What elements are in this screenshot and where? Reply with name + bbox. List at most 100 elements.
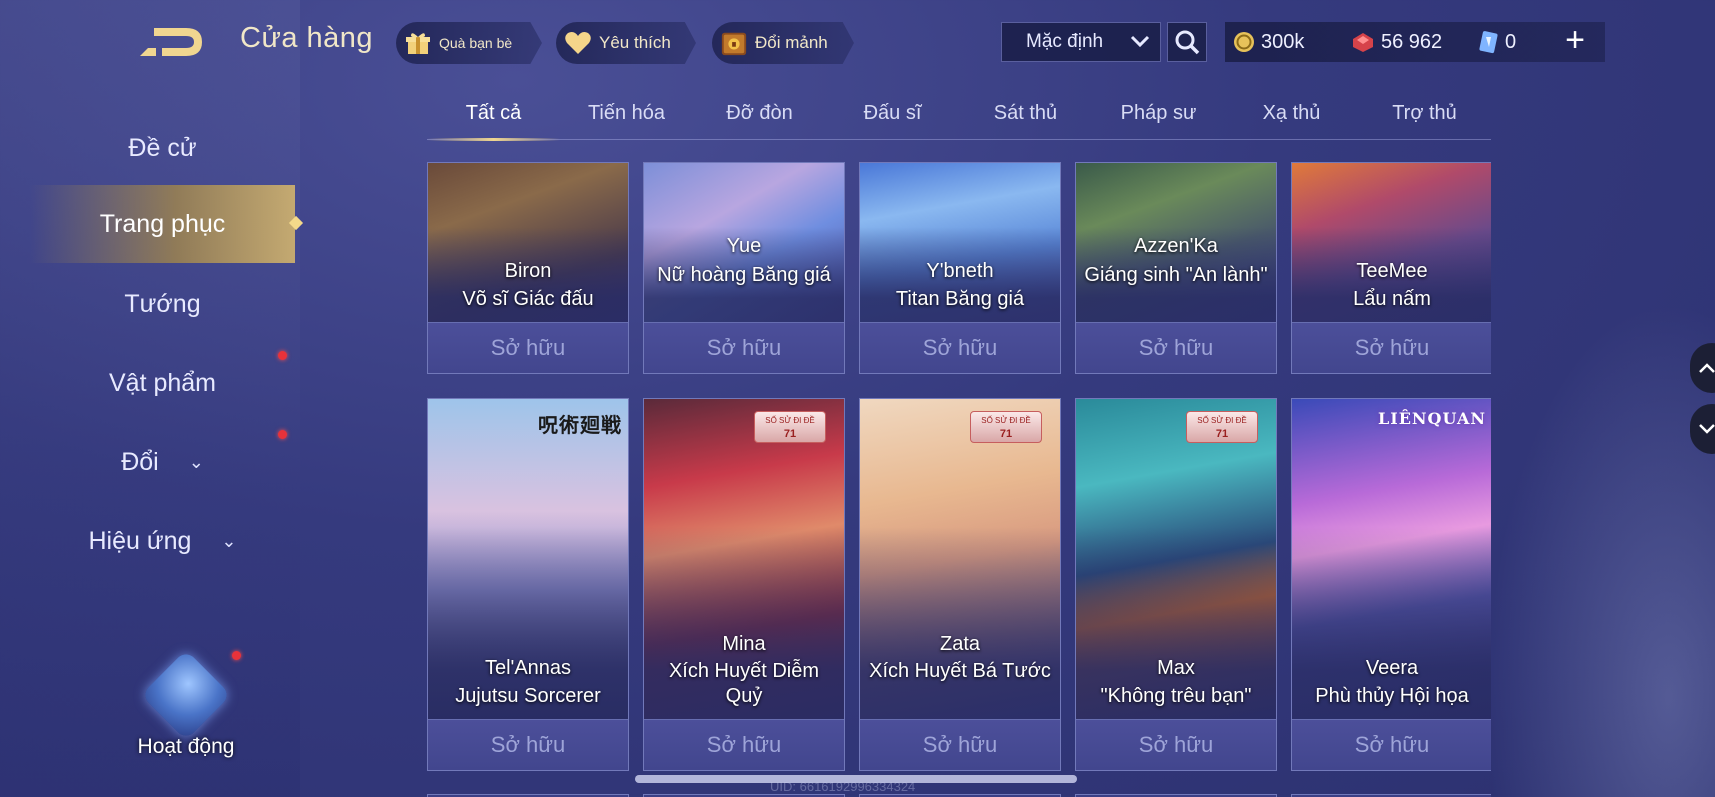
skin-card-yue[interactable]: Yue Nữ hoàng Băng giá Sở hữu bbox=[643, 162, 845, 374]
sidebar-item-label: Trang phục bbox=[99, 209, 226, 238]
lienquan-logo: LIÊNQUAN bbox=[1378, 409, 1486, 428]
jujutsu-kaisen-logo: 呪術廻戦 bbox=[538, 413, 622, 437]
chevron-up-icon bbox=[1699, 363, 1715, 373]
plus-icon: + bbox=[1565, 20, 1585, 59]
owned-status: Sở hữu bbox=[1076, 719, 1276, 770]
skin-artwork: Azzen'Ka Giáng sinh "An lành" bbox=[1076, 163, 1276, 322]
skin-artwork: SỐ SỬ ĐI ĐỀ 71 Max "Không trêu bạn" bbox=[1076, 399, 1276, 719]
search-icon bbox=[1175, 30, 1200, 55]
friends-gift-label: Quà bạn bè bbox=[439, 35, 513, 51]
sidebar-item-effects[interactable]: Hiệu ứng ⌄ bbox=[30, 502, 295, 580]
sidebar-item-heroes[interactable]: Tướng bbox=[30, 265, 295, 343]
skin-artwork: LIÊNQUAN Veera Phù thủy Hội họa bbox=[1292, 399, 1491, 719]
voucher-amount: 56 962 bbox=[1381, 30, 1443, 53]
notification-dot bbox=[232, 651, 241, 660]
skin-card-teemee[interactable]: TeeMee Lẩu nấm Sở hữu bbox=[1291, 162, 1491, 374]
skin-card-veera[interactable]: LIÊNQUAN Veera Phù thủy Hội họa Sở hữu bbox=[1291, 398, 1491, 771]
chevron-down-icon bbox=[1130, 31, 1150, 53]
skin-grid: Biron Võ sĩ Giác đấu Sở hữu Yue Nữ hoàng… bbox=[427, 162, 1491, 797]
skin-artwork: SỐ SỬ ĐI ĐỀ 71 Mina Xích Huyết Diễm Quỷ bbox=[644, 399, 844, 719]
gold-balance: 300k bbox=[1233, 31, 1343, 54]
category-tabs: Tất cả Tiến hóa Đỡ đòn Đấu sĩ Sát thủ Ph… bbox=[427, 96, 1491, 141]
hero-name: Zata bbox=[939, 633, 981, 655]
page-title: Cửa hàng bbox=[240, 22, 374, 54]
gift-icon bbox=[404, 29, 432, 57]
back-button[interactable] bbox=[136, 22, 208, 60]
skin-card-zata[interactable]: SỐ SỬ ĐI ĐỀ 71 Zata Xích Huyết Bá Tước Sở… bbox=[859, 398, 1061, 771]
tab-mage[interactable]: Pháp sư bbox=[1092, 96, 1225, 139]
sidebar-item-label: Vật phẩm bbox=[108, 368, 216, 397]
activity-label: Hoạt động bbox=[137, 735, 235, 758]
notification-dot bbox=[278, 430, 287, 439]
sidebar-item-label: Hiệu ứng bbox=[88, 526, 192, 555]
sidebar-item-label: Đổi bbox=[121, 447, 159, 476]
chevron-down-icon: ⌄ bbox=[188, 451, 204, 472]
sidebar-item-label: Đề cử bbox=[128, 133, 197, 162]
owned-status: Sở hữu bbox=[1292, 322, 1491, 373]
sidebar-item-recommended[interactable]: Đề cử bbox=[30, 109, 295, 187]
owned-status: Sở hữu bbox=[1292, 719, 1491, 770]
sidebar-item-skins[interactable]: Trang phục bbox=[30, 185, 295, 263]
skin-name: "Không trêu bạn" bbox=[1100, 685, 1252, 707]
exchange-shards-button[interactable]: Đổi mảnh bbox=[712, 22, 854, 64]
hero-name: Yue bbox=[726, 235, 762, 257]
skin-artwork: TeeMee Lẩu nấm bbox=[1292, 163, 1491, 322]
sidebar-item-items[interactable]: Vật phẩm bbox=[30, 344, 295, 422]
voucher-balance: 56 962 bbox=[1351, 31, 1469, 54]
top-up-plus-button[interactable]: + bbox=[1560, 20, 1590, 60]
owned-status: Sở hữu bbox=[428, 322, 628, 373]
sort-dropdown[interactable]: Mặc định bbox=[1001, 22, 1161, 62]
activity-button[interactable]: Hoạt động bbox=[120, 649, 252, 765]
hero-name: Biron bbox=[504, 260, 552, 282]
tab-tank[interactable]: Đỡ đòn bbox=[693, 96, 826, 139]
tab-marksman[interactable]: Xạ thủ bbox=[1225, 96, 1358, 139]
skin-name: Lẩu nấm bbox=[1353, 288, 1431, 310]
tab-fighter[interactable]: Đấu sĩ bbox=[826, 96, 959, 139]
treasure-chest-icon bbox=[720, 29, 748, 57]
owned-status: Sở hữu bbox=[644, 322, 844, 373]
tab-evolution[interactable]: Tiến hóa bbox=[560, 96, 693, 139]
right-background-glow bbox=[1485, 300, 1715, 797]
skin-card-biron[interactable]: Biron Võ sĩ Giác đấu Sở hữu bbox=[427, 162, 629, 374]
skin-card-max[interactable]: SỐ SỬ ĐI ĐỀ 71 Max "Không trêu bạn" Sở hữ… bbox=[1075, 398, 1277, 771]
skin-card-telannas[interactable]: 呪術廻戦 Tel'Annas Jujutsu Sorcerer Sở hữu bbox=[427, 398, 629, 771]
sidebar-item-exchange[interactable]: Đổi ⌄ bbox=[30, 423, 295, 501]
diamond-balance: 0 bbox=[1477, 30, 1567, 54]
activity-cube-icon bbox=[140, 649, 232, 741]
skin-name: Phù thủy Hội họa bbox=[1315, 685, 1469, 707]
favorites-label: Yêu thích bbox=[599, 33, 671, 52]
skin-artwork: Y'bneth Titan Băng giá bbox=[860, 163, 1060, 322]
skin-card-azzenka[interactable]: Azzen'Ka Giáng sinh "An lành" Sở hữu bbox=[1075, 162, 1277, 374]
tab-assassin[interactable]: Sát thủ bbox=[959, 96, 1092, 139]
limited-edition-badge: SỐ SỬ ĐI ĐỀ 71 bbox=[1186, 411, 1258, 443]
tab-support[interactable]: Trợ thủ bbox=[1358, 96, 1491, 139]
chevron-down-icon: ⌄ bbox=[221, 530, 237, 551]
favorites-button[interactable]: Yêu thích bbox=[556, 22, 696, 64]
owned-status: Sở hữu bbox=[860, 719, 1060, 770]
skin-name: Xích Huyết Diễm Quỷ bbox=[668, 660, 820, 707]
hero-name: Max bbox=[1157, 657, 1195, 679]
skin-name: Giáng sinh "An lành" bbox=[1084, 264, 1268, 286]
sidebar-item-label: Tướng bbox=[124, 289, 201, 318]
skin-name: Nữ hoàng Băng giá bbox=[657, 264, 831, 286]
chevron-down-icon bbox=[1699, 424, 1715, 434]
hero-name: TeeMee bbox=[1356, 260, 1428, 282]
skin-artwork: Yue Nữ hoàng Băng giá bbox=[644, 163, 844, 322]
uid-watermark: UID: 6616192996334324 bbox=[770, 779, 916, 794]
diamond-card-icon bbox=[1479, 31, 1498, 54]
skin-artwork: SỐ SỬ ĐI ĐỀ 71 Zata Xích Huyết Bá Tước bbox=[860, 399, 1060, 719]
skin-name: Jujutsu Sorcerer bbox=[455, 685, 601, 707]
owned-status: Sở hữu bbox=[1076, 322, 1276, 373]
skin-name: Xích Huyết Bá Tước bbox=[869, 660, 1051, 682]
back-arrow-icon bbox=[140, 28, 202, 56]
skin-card-ybneth[interactable]: Y'bneth Titan Băng giá Sở hữu bbox=[859, 162, 1061, 374]
top-bar: Cửa hàng Quà bạn bè Yêu thích Đổi mảnh M… bbox=[0, 0, 1715, 84]
notification-dot bbox=[278, 351, 287, 360]
hero-name: Azzen'Ka bbox=[1134, 235, 1218, 257]
hero-name: Veera bbox=[1365, 657, 1419, 679]
tab-all[interactable]: Tất cả bbox=[427, 96, 560, 141]
search-button[interactable] bbox=[1167, 22, 1207, 62]
skin-card-mina[interactable]: SỐ SỬ ĐI ĐỀ 71 Mina Xích Huyết Diễm Quỷ S… bbox=[643, 398, 845, 771]
gold-amount: 300k bbox=[1261, 30, 1305, 53]
friends-gift-button[interactable]: Quà bạn bè bbox=[396, 22, 542, 64]
